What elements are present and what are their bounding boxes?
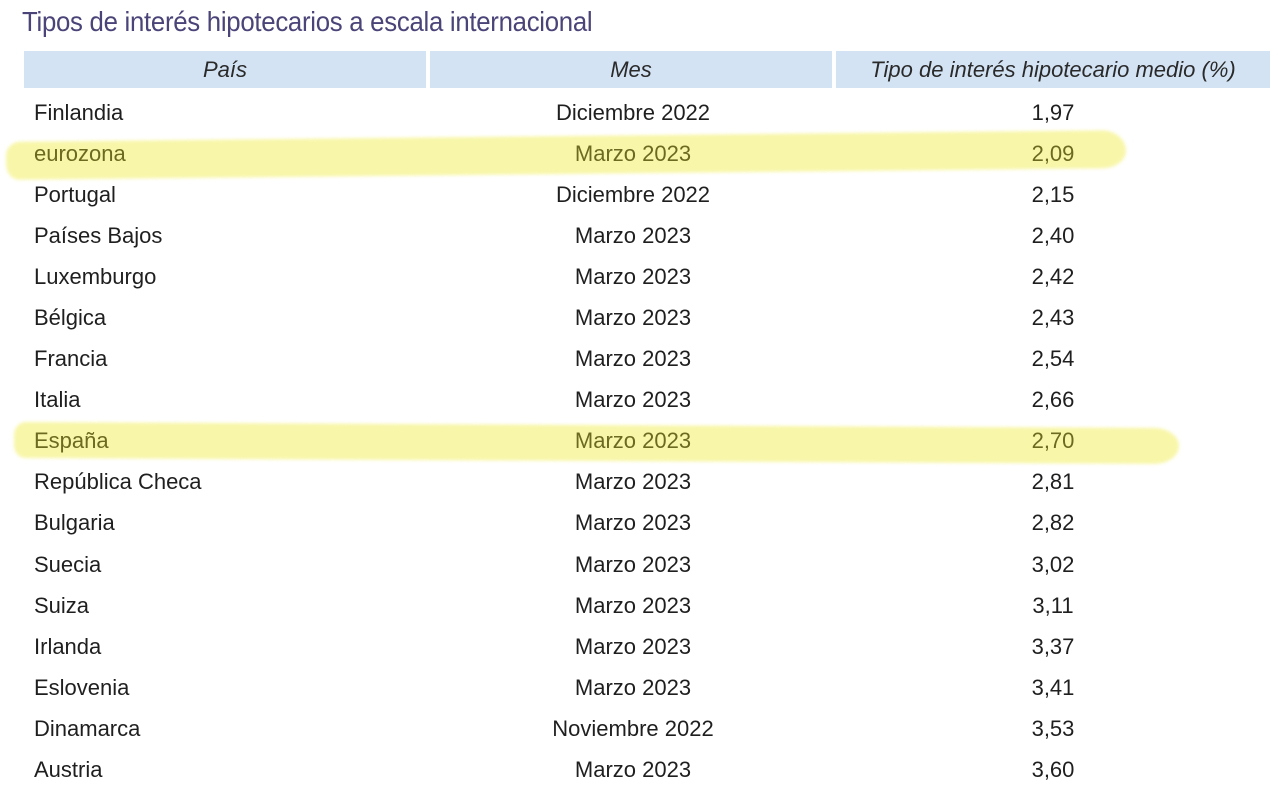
month-cell: Marzo 2023 bbox=[574, 263, 692, 289]
rate-cell: 3,41 bbox=[1031, 674, 1075, 700]
country-cell: Dinamarca bbox=[34, 715, 141, 741]
rate-cell: 2,54 bbox=[1031, 346, 1075, 372]
month-cell: Marzo 2023 bbox=[574, 469, 692, 495]
country-cell: República Checa bbox=[34, 469, 202, 495]
table-row: República Checa Marzo 2023 2,81 bbox=[24, 462, 1270, 503]
table-row-highlighted: España Marzo 2023 2,70 bbox=[13, 421, 1270, 464]
rate-cell: 2,15 bbox=[1031, 181, 1075, 207]
table-row: Portugal Diciembre 2022 2,15 bbox=[24, 174, 1270, 215]
country-cell: Austria bbox=[34, 757, 103, 783]
month-cell: Marzo 2023 bbox=[574, 305, 692, 331]
country-cell: Italia bbox=[34, 387, 81, 413]
table-row: Suecia Marzo 2023 3,02 bbox=[24, 544, 1270, 585]
month-cell: Marzo 2023 bbox=[574, 551, 692, 577]
country-cell: eurozona bbox=[34, 140, 126, 166]
table-row-highlighted: eurozona Marzo 2023 2,09 bbox=[5, 130, 1270, 180]
table-row: Eslovenia Marzo 2023 3,41 bbox=[24, 667, 1270, 708]
month-cell: Marzo 2023 bbox=[574, 387, 692, 413]
month-cell: Marzo 2023 bbox=[574, 510, 692, 536]
month-cell: Marzo 2023 bbox=[574, 140, 692, 166]
table-row: Países Bajos Marzo 2023 2,40 bbox=[24, 215, 1270, 256]
table-row: Italia Marzo 2023 2,66 bbox=[24, 380, 1270, 421]
month-cell: Marzo 2023 bbox=[574, 428, 692, 454]
month-cell: Marzo 2023 bbox=[574, 346, 692, 372]
table-row: Bulgaria Marzo 2023 2,82 bbox=[24, 503, 1270, 544]
rate-cell: 2,42 bbox=[1031, 263, 1075, 289]
table-row: Finlandia Diciembre 2022 1,97 bbox=[24, 92, 1270, 133]
month-cell: Marzo 2023 bbox=[574, 592, 692, 618]
mortgage-rates-table: País Mes Tipo de interés hipotecario med… bbox=[5, 51, 1270, 791]
rate-cell: 2,70 bbox=[1031, 428, 1075, 454]
country-cell: Finlandia bbox=[34, 99, 124, 125]
rate-cell: 2,43 bbox=[1031, 305, 1075, 331]
country-cell: Bélgica bbox=[34, 305, 107, 331]
country-cell: Portugal bbox=[34, 181, 116, 207]
rate-cell: 3,60 bbox=[1031, 757, 1075, 783]
header-month: Mes bbox=[430, 51, 832, 88]
rate-cell: 2,81 bbox=[1031, 469, 1075, 495]
table-body: Finlandia Diciembre 2022 1,97 eurozona M… bbox=[5, 92, 1270, 791]
table-row: Suiza Marzo 2023 3,11 bbox=[24, 585, 1270, 626]
month-cell: Marzo 2023 bbox=[574, 674, 692, 700]
rate-cell: 3,02 bbox=[1031, 551, 1075, 577]
page-title: Tipos de interés hipotecarios a escala i… bbox=[22, 6, 593, 37]
table-header-row: País Mes Tipo de interés hipotecario med… bbox=[24, 51, 1270, 88]
table-row: Austria Marzo 2023 3,60 bbox=[24, 750, 1270, 791]
country-cell: Bulgaria bbox=[34, 510, 115, 536]
month-cell: Marzo 2023 bbox=[574, 757, 692, 783]
country-cell: España bbox=[34, 428, 109, 454]
rate-cell: 1,97 bbox=[1031, 99, 1075, 125]
table-row: Irlanda Marzo 2023 3,37 bbox=[24, 626, 1270, 667]
country-cell: Países Bajos bbox=[34, 222, 163, 248]
month-cell: Diciembre 2022 bbox=[555, 99, 711, 125]
rate-cell: 3,37 bbox=[1031, 633, 1075, 659]
month-cell: Marzo 2023 bbox=[574, 633, 692, 659]
rate-cell: 2,40 bbox=[1031, 222, 1075, 248]
header-rate: Tipo de interés hipotecario medio (%) bbox=[836, 51, 1270, 88]
month-cell: Diciembre 2022 bbox=[555, 181, 711, 207]
country-cell: Suiza bbox=[34, 592, 90, 618]
country-cell: Irlanda bbox=[34, 633, 102, 659]
rate-cell: 3,53 bbox=[1031, 715, 1075, 741]
country-cell: Eslovenia bbox=[34, 674, 130, 700]
rate-cell: 2,82 bbox=[1031, 510, 1075, 536]
rate-cell: 2,09 bbox=[1031, 140, 1075, 166]
header-country: País bbox=[24, 51, 426, 88]
table-row: Luxemburgo Marzo 2023 2,42 bbox=[24, 256, 1270, 297]
country-cell: Luxemburgo bbox=[34, 263, 157, 289]
rate-cell: 2,66 bbox=[1031, 387, 1075, 413]
country-cell: Suecia bbox=[34, 551, 102, 577]
month-cell: Marzo 2023 bbox=[574, 222, 692, 248]
rate-cell: 3,11 bbox=[1032, 592, 1074, 618]
table-row: Dinamarca Noviembre 2022 3,53 bbox=[24, 708, 1270, 749]
month-cell: Noviembre 2022 bbox=[552, 715, 714, 741]
table-row: Francia Marzo 2023 2,54 bbox=[24, 339, 1270, 380]
table-row: Bélgica Marzo 2023 2,43 bbox=[24, 297, 1270, 338]
highlighter-mark bbox=[5, 130, 1127, 180]
country-cell: Francia bbox=[34, 346, 108, 372]
